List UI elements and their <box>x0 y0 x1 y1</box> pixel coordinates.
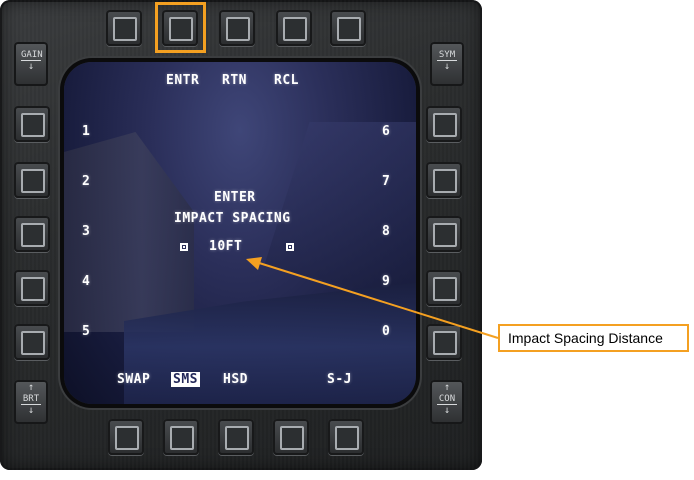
entry-marker-left-icon <box>180 243 188 251</box>
osb-bottom-2[interactable] <box>163 419 199 455</box>
label-left-2: 2 <box>82 174 91 189</box>
label-rcl: RCL <box>274 73 299 88</box>
label-right-0: 0 <box>382 324 391 339</box>
con-label: CON <box>437 394 457 405</box>
arrow-down-icon: ↓ <box>27 61 35 72</box>
label-right-8: 8 <box>382 224 391 239</box>
osb-top-4[interactable] <box>276 10 312 46</box>
label-sms: SMS <box>171 372 200 387</box>
brt-label: BRT <box>21 394 41 405</box>
osb-right-7[interactable] <box>426 162 462 198</box>
arrow-down-icon: ↓ <box>443 61 451 72</box>
callout-label: Impact Spacing Distance <box>498 324 689 352</box>
osb-right-0[interactable] <box>426 324 462 360</box>
brt-rocker[interactable]: ↑ BRT ↓ <box>14 380 48 424</box>
con-rocker[interactable]: ↑ CON ↓ <box>430 380 464 424</box>
label-left-1: 1 <box>82 124 91 139</box>
impact-spacing-value: 10FT <box>209 239 243 254</box>
label-right-9: 9 <box>382 274 391 289</box>
label-right-7: 7 <box>382 174 391 189</box>
osb-left-3[interactable] <box>14 216 50 252</box>
osb-highlight-box <box>155 2 206 53</box>
osb-right-8[interactable] <box>426 216 462 252</box>
sym-rocker[interactable]: SYM ↓ <box>430 42 464 86</box>
label-swap: SWAP <box>117 372 151 387</box>
osb-left-2[interactable] <box>14 162 50 198</box>
arrow-up-icon: ↑ <box>27 382 35 393</box>
osb-bottom-3[interactable] <box>218 419 254 455</box>
label-right-6: 6 <box>382 124 391 139</box>
label-rtn: RTN <box>222 73 247 88</box>
osb-bottom-4[interactable] <box>273 419 309 455</box>
osb-right-9[interactable] <box>426 270 462 306</box>
sym-label: SYM <box>437 50 457 61</box>
label-left-3: 3 <box>82 224 91 239</box>
entry-marker-right-icon <box>286 243 294 251</box>
label-sj: S-J <box>327 372 352 387</box>
osb-left-1[interactable] <box>14 106 50 142</box>
gain-label: GAIN <box>21 50 43 61</box>
arrow-up-icon: ↑ <box>443 382 451 393</box>
enter-title: ENTER <box>214 190 256 205</box>
label-left-5: 5 <box>82 324 91 339</box>
label-hsd: HSD <box>223 372 248 387</box>
osb-bottom-1[interactable] <box>108 419 144 455</box>
label-left-4: 4 <box>82 274 91 289</box>
osb-left-5[interactable] <box>14 324 50 360</box>
osb-bottom-5[interactable] <box>328 419 364 455</box>
label-entr: ENTR <box>166 73 200 88</box>
osb-top-5[interactable] <box>330 10 366 46</box>
osb-right-6[interactable] <box>426 106 462 142</box>
osb-left-4[interactable] <box>14 270 50 306</box>
arrow-down-icon: ↓ <box>27 405 35 416</box>
impact-spacing-title: IMPACT SPACING <box>174 211 291 226</box>
osb-top-3[interactable] <box>219 10 255 46</box>
mfd-display <box>64 62 416 404</box>
osb-top-1[interactable] <box>106 10 142 46</box>
gain-rocker[interactable]: GAIN ↓ <box>14 42 48 86</box>
arrow-down-icon: ↓ <box>443 405 451 416</box>
